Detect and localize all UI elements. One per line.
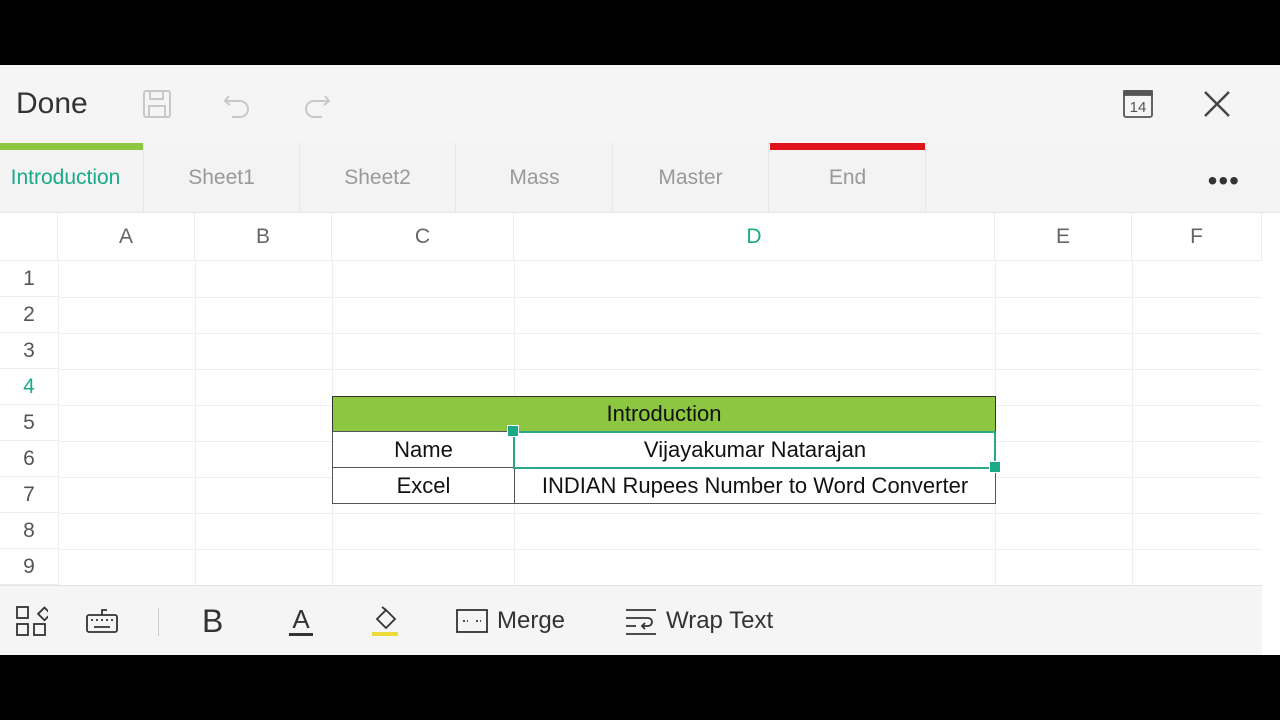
tab-introduction[interactable]: Introduction (0, 143, 144, 213)
cell-d5[interactable]: INDIAN Rupees Number to Word Converter (514, 467, 996, 504)
bottom-toolbar: B A Merge Wrap Text (0, 585, 1262, 655)
toolbar-divider (158, 608, 159, 636)
apps-grid-icon[interactable] (14, 602, 48, 640)
top-toolbar: Done 14 (0, 65, 1280, 143)
font-size-icon[interactable]: 14 (1119, 85, 1157, 123)
grid-corner[interactable] (0, 213, 58, 261)
column-header-d[interactable]: D (514, 213, 995, 261)
tab-end[interactable]: End (770, 143, 926, 213)
row-header-1[interactable]: 1 (0, 261, 58, 297)
gridline (58, 369, 1262, 370)
save-icon[interactable] (138, 85, 176, 123)
font-size-badge: 14 (1130, 99, 1147, 116)
tab-label: Sheet2 (344, 166, 411, 189)
redo-icon[interactable] (298, 85, 336, 123)
row-header-3[interactable]: 3 (0, 333, 58, 369)
spreadsheet-app: Done 14 Introduction Sheet1 Sheet2 Mass … (0, 65, 1280, 655)
gridline (58, 513, 1262, 514)
row-header-5[interactable]: 5 (0, 405, 58, 441)
column-header-b[interactable]: B (195, 213, 332, 261)
column-header-f[interactable]: F (1132, 213, 1262, 261)
column-header-e[interactable]: E (995, 213, 1132, 261)
tab-master[interactable]: Master (613, 143, 769, 213)
column-header-c[interactable]: C (332, 213, 514, 261)
tab-label: End (828, 166, 867, 189)
merge-label: Merge (497, 607, 566, 634)
fill-color-icon[interactable] (368, 602, 402, 640)
wrap-text-button[interactable]: Wrap Text (624, 602, 773, 640)
gridline (58, 549, 1262, 550)
selection-handle-top-left[interactable] (507, 425, 519, 437)
row-header-9[interactable]: 9 (0, 549, 58, 585)
sheet-tabs: Introduction Sheet1 Sheet2 Mass Master E… (0, 143, 1280, 213)
tab-color-bar (457, 143, 612, 150)
merge-button[interactable]: Merge (455, 602, 565, 640)
spreadsheet-grid[interactable]: A B C D E F 1 2 3 4 5 6 7 8 9 Introducti… (0, 213, 1262, 585)
wrap-text-label: Wrap Text (666, 607, 774, 634)
row-header-4[interactable]: 4 (0, 369, 58, 405)
row-header-6[interactable]: 6 (0, 441, 58, 477)
font-color-icon: A (292, 604, 310, 634)
tab-label: Mass (509, 166, 560, 189)
more-sheets-button[interactable]: ••• (1208, 165, 1240, 197)
tab-color-bar (300, 143, 455, 150)
font-color-button[interactable]: A (284, 602, 318, 640)
gridline (58, 261, 59, 585)
selection-handle-bottom-right[interactable] (989, 461, 1001, 473)
tab-mass[interactable]: Mass (457, 143, 613, 213)
gridline (58, 333, 1262, 334)
tab-sheet2[interactable]: Sheet2 (300, 143, 456, 213)
tab-label: Sheet1 (188, 166, 255, 189)
cell-c3-merged[interactable]: Introduction (332, 396, 996, 432)
tab-color-bar (0, 143, 143, 150)
column-header-a[interactable]: A (58, 213, 195, 261)
tab-color-bar (770, 143, 925, 150)
done-button[interactable]: Done (16, 87, 88, 121)
row-header-7[interactable]: 7 (0, 477, 58, 513)
tab-label: Introduction (10, 166, 121, 189)
keyboard-icon[interactable] (85, 602, 119, 640)
gridline (1132, 261, 1133, 585)
row-header-8[interactable]: 8 (0, 513, 58, 549)
gridline (58, 297, 1262, 298)
gridline (195, 261, 196, 585)
tab-label: Master (658, 166, 723, 189)
tab-color-bar (613, 143, 768, 150)
tab-color-bar (144, 143, 299, 150)
cell-d4[interactable]: Vijayakumar Natarajan (514, 431, 996, 468)
cell-c5[interactable]: Excel (332, 467, 515, 504)
tab-sheet1[interactable]: Sheet1 (144, 143, 300, 213)
undo-icon[interactable] (218, 85, 256, 123)
close-icon[interactable] (1198, 85, 1236, 123)
bold-button[interactable]: B (202, 602, 223, 640)
row-header-2[interactable]: 2 (0, 297, 58, 333)
cell-c4[interactable]: Name (332, 431, 515, 468)
